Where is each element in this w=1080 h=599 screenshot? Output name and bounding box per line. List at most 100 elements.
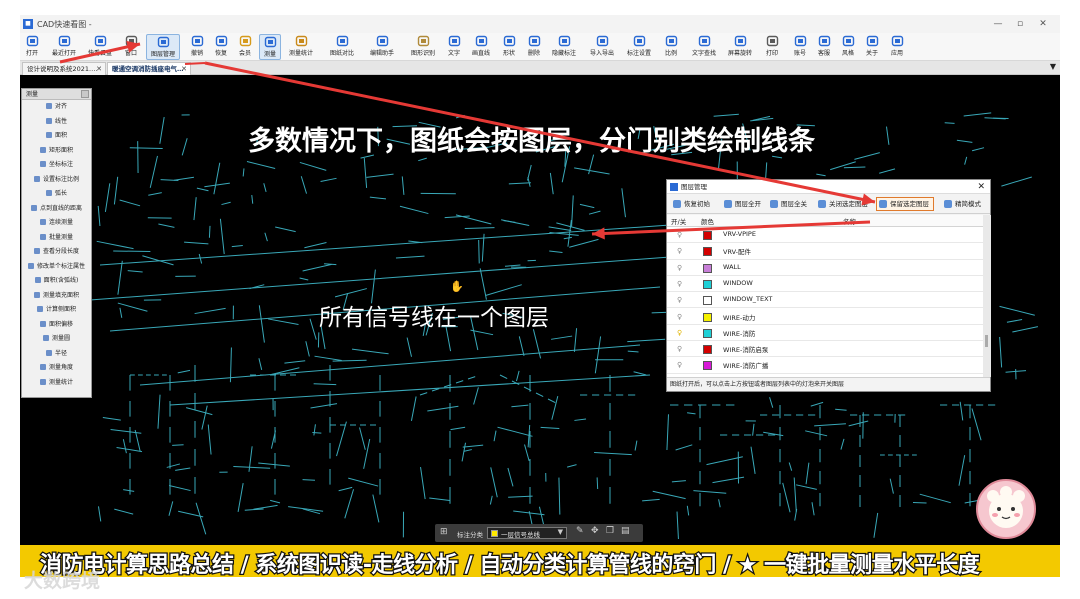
close-icon[interactable]: ✕ xyxy=(96,63,102,75)
lightbulb-icon[interactable]: ♀ xyxy=(677,296,682,304)
maximize-button[interactable]: ▫ xyxy=(1010,18,1030,30)
measure-tool-item[interactable]: 测量圆 xyxy=(22,332,91,347)
toolbar-window-button[interactable]: 窗口 xyxy=(122,34,140,60)
measure-tool-item[interactable]: 连续测量 xyxy=(22,216,91,231)
toolbar-search-text-button[interactable]: 文字查找 xyxy=(689,34,719,60)
layer-row[interactable]: ♀ WIRE-消防 xyxy=(667,325,983,342)
toolbar-style-button[interactable]: 风格 xyxy=(839,34,857,60)
toolbar-ruler-button[interactable]: 测量 xyxy=(259,34,281,60)
layer-color-swatch[interactable] xyxy=(703,328,712,338)
layer-color-swatch[interactable] xyxy=(703,231,712,240)
measure-tool-item[interactable]: 批量测量 xyxy=(22,231,91,246)
layer-row[interactable]: ♀ WIRE-消防广播 xyxy=(667,357,983,374)
tab-list-dropdown-icon[interactable]: ▼ xyxy=(1050,62,1056,71)
toolbar-headset-button[interactable]: 客服 xyxy=(815,34,833,60)
lightbulb-icon[interactable]: ♀ xyxy=(677,264,682,272)
layer-row[interactable]: ♀ WIRE-动力 xyxy=(667,309,983,325)
layer-list-scrollbar[interactable] xyxy=(983,215,991,377)
layer-color-swatch[interactable] xyxy=(703,312,712,322)
toolbar-import-export-button[interactable]: 导入导出 xyxy=(586,34,618,60)
toolbar-scale-button[interactable]: 比例 xyxy=(662,34,680,60)
layer-color-swatch[interactable] xyxy=(703,361,712,371)
toolbar-rotate-button[interactable]: 屏幕旋转 xyxy=(724,34,756,60)
toolbar-edit-button[interactable]: 编辑助手 xyxy=(366,34,398,60)
layer-color-swatch[interactable] xyxy=(703,296,712,306)
toolbar-cloud-button[interactable]: 快看云盘 xyxy=(86,34,114,60)
toolbar-vip-button[interactable]: 会员 xyxy=(236,34,254,60)
tab-design-notes[interactable]: 设计说明及系统2021.… ✕ xyxy=(22,62,106,75)
layer-row[interactable]: ♀ WINDOW xyxy=(667,276,983,293)
toolbar-printer-button[interactable]: 打印 xyxy=(762,34,782,60)
lightbulb-icon[interactable]: ♀ xyxy=(677,345,682,353)
all-layers-on-button[interactable]: 图层全开 xyxy=(721,197,766,211)
measure-tool-item[interactable]: 矩形面积 xyxy=(22,144,91,159)
toolbar-layers-button[interactable]: 图层管理 xyxy=(146,34,180,60)
measure-tool-item[interactable]: 线性 xyxy=(22,115,91,130)
layer-row[interactable]: ♀ WIRE-消防启泵 xyxy=(667,341,983,358)
drawing-canvas[interactable]: ✋ 测量 对齐 线性 面积 矩形面积 坐标标注 设置标注比例 弧长 点到直线的距离 连续测量 批量… xyxy=(20,75,1060,560)
paste-icon[interactable]: ▤ xyxy=(621,526,630,536)
grid-icon[interactable]: ⊞ xyxy=(440,527,448,537)
layer-color-swatch[interactable] xyxy=(703,247,712,257)
toolbar-info-button[interactable]: 关于 xyxy=(863,34,881,60)
measure-tool-item[interactable]: 对齐 xyxy=(22,100,91,115)
lightbulb-icon[interactable]: ♀ xyxy=(677,313,682,321)
toolbar-shape-button[interactable]: 形状 xyxy=(500,34,518,60)
keep-selected-layer-button[interactable]: 保留选定图层 xyxy=(876,197,934,211)
dialog-close-button[interactable]: ✕ xyxy=(977,180,985,194)
panel-collapse-button[interactable] xyxy=(81,90,89,98)
toolbar-text-button[interactable]: 文字 xyxy=(445,34,463,60)
measure-tool-item[interactable]: 测量统计 xyxy=(22,376,91,391)
close-selected-layer-button[interactable]: 关闭选定图层 xyxy=(815,197,873,211)
measure-tool-item[interactable]: 面积 xyxy=(22,129,91,144)
copy-icon[interactable]: ❐ xyxy=(606,526,614,536)
layer-row[interactable]: ♀ WINDOW_TEXT xyxy=(667,292,983,309)
measure-tool-item[interactable]: 计算侧面积 xyxy=(22,303,91,318)
toolbar-folder-open-button[interactable]: 打开 xyxy=(22,34,42,60)
measure-tool-item[interactable]: 弧长 xyxy=(22,187,91,202)
toolbar-apps-button[interactable]: 应用 xyxy=(887,34,907,60)
lightbulb-icon[interactable]: ♀ xyxy=(677,329,682,337)
layer-color-swatch[interactable] xyxy=(703,263,712,273)
toolbar-line-button[interactable]: 画直线 xyxy=(470,34,492,60)
measure-tool-item[interactable]: 查看分段长度 xyxy=(22,245,91,260)
measure-tool-item[interactable]: 半径 xyxy=(22,347,91,362)
tab-hvac-drawing[interactable]: 暖通空调消防插座电气… ✕ xyxy=(107,62,191,75)
minimize-button[interactable]: — xyxy=(988,18,1008,30)
lightbulb-icon[interactable]: ♀ xyxy=(677,361,682,369)
restore-defaults-button[interactable]: 恢复初始 xyxy=(670,197,715,211)
measure-tool-item[interactable]: 设置标注比例 xyxy=(22,173,91,188)
close-icon[interactable]: ✕ xyxy=(181,63,187,75)
close-window-button[interactable]: ✕ xyxy=(1033,18,1053,30)
lightbulb-icon[interactable]: ♀ xyxy=(677,280,682,288)
measure-tool-item[interactable]: 测量填充面积 xyxy=(22,289,91,304)
toolbar-shape-recognize-button[interactable]: 图形识别 xyxy=(408,34,438,60)
measure-tool-item[interactable]: 面积(含弧线) xyxy=(22,274,91,289)
toolbar-compare-button[interactable]: 图纸对比 xyxy=(328,34,356,60)
toolbar-annotation-settings-button[interactable]: 标注设置 xyxy=(624,34,654,60)
annotation-category-select[interactable]: 一层信号总线 ▼ xyxy=(487,527,567,539)
toolbar-eraser-button[interactable]: 删除 xyxy=(525,34,543,60)
all-layers-off-button[interactable]: 图层全关 xyxy=(767,197,812,211)
move-icon[interactable]: ✥ xyxy=(591,526,599,536)
measure-tool-item[interactable]: 修改单个标注属性 xyxy=(22,260,91,275)
toolbar-undo-button[interactable]: 撤销 xyxy=(188,34,206,60)
compact-mode-button[interactable]: 精简模式 xyxy=(941,197,986,211)
layer-row[interactable]: ♀ VRV-配件 xyxy=(667,243,983,260)
toolbar-stats-button[interactable]: 测量统计 xyxy=(287,34,315,60)
lightbulb-icon[interactable]: ♀ xyxy=(677,231,682,239)
measure-tool-item[interactable]: 测量角度 xyxy=(22,361,91,376)
layer-color-swatch[interactable] xyxy=(703,279,712,289)
layer-color-swatch[interactable] xyxy=(703,345,712,355)
toolbar-user-button[interactable]: 账号 xyxy=(791,34,809,60)
scrollbar-thumb[interactable] xyxy=(985,335,988,347)
toolbar-redo-button[interactable]: 恢复 xyxy=(212,34,230,60)
toolbar-clock-button[interactable]: 最近打开 xyxy=(50,34,78,60)
layer-row[interactable]: ♀ WALL xyxy=(667,260,983,276)
layer-row[interactable]: ♀ VRV-VPIPE xyxy=(667,227,983,244)
measure-tool-item[interactable]: 点到直线的距离 xyxy=(22,202,91,217)
lightbulb-icon[interactable]: ♀ xyxy=(677,247,682,255)
edit-icon[interactable]: ✎ xyxy=(576,526,584,536)
toolbar-eye-button[interactable]: 隐藏标注 xyxy=(550,34,578,60)
measure-tool-item[interactable]: 坐标标注 xyxy=(22,158,91,173)
